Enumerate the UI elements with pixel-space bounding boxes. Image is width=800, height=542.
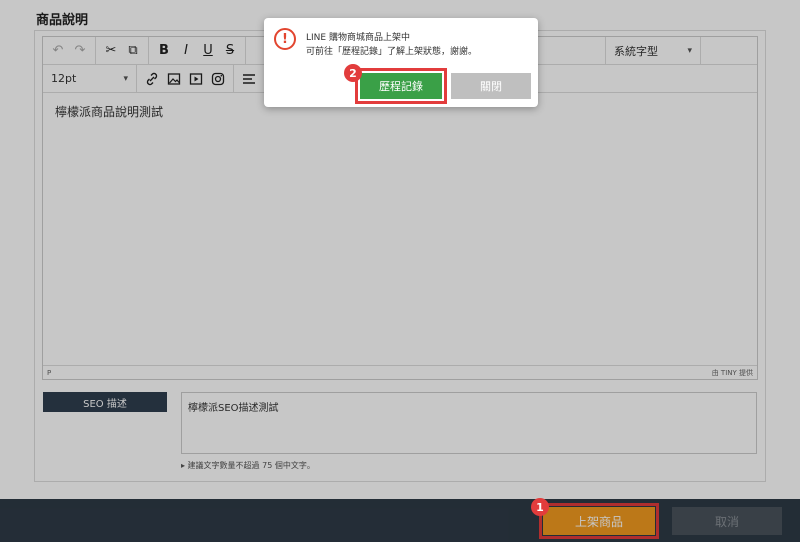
page: 商品說明 ↶ ↷ ✂ ⧉ B I U S 系統字型 ▾ 12pt ▾ 檸檬派商品… (0, 0, 800, 542)
alert-icon: ! (274, 28, 296, 50)
dialog-message: 可前往「歷程記錄」了解上架狀態，謝謝。 (306, 47, 478, 57)
history-button[interactable]: 歷程記錄 (355, 68, 447, 104)
close-button[interactable]: 關閉 (451, 73, 531, 99)
step-badge-2: 2 (344, 64, 362, 82)
step-badge-1: 1 (531, 498, 549, 516)
dialog-title: LINE 購物商城商品上架中 (306, 33, 410, 43)
